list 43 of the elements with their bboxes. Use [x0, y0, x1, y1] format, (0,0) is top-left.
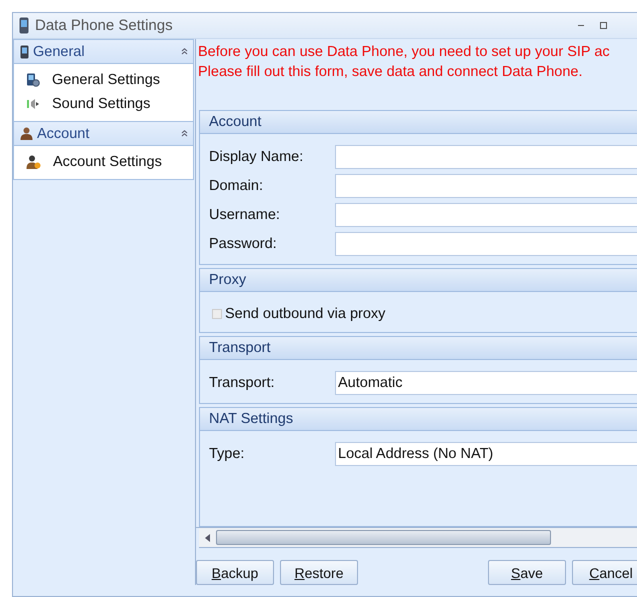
- section-title: NAT Settings: [209, 411, 294, 427]
- input-field[interactable]: [335, 202, 637, 226]
- scroll-thumb[interactable]: [216, 530, 551, 545]
- field-label: Password:: [209, 236, 278, 252]
- phone-icon: [19, 17, 29, 34]
- dialog-button[interactable]: Save: [488, 560, 566, 585]
- speaker-icon: [26, 97, 40, 111]
- dialog-button[interactable]: Restore: [280, 560, 358, 585]
- input-field[interactable]: [335, 144, 637, 168]
- window-title: Data Phone Settings: [35, 17, 173, 34]
- field-label: Domain:: [209, 178, 264, 194]
- sidebar-item[interactable]: Sound Settings: [52, 96, 150, 112]
- field-label: Transport:: [209, 374, 276, 390]
- sidebar-group-title: Account: [37, 126, 90, 142]
- horizontal-scrollbar[interactable]: [199, 528, 637, 548]
- input-field[interactable]: [335, 232, 637, 256]
- input-field[interactable]: Local Address (No NAT): [335, 442, 637, 466]
- notice-text: Before you can use Data Phone, you need to set up your SIP ac: [198, 43, 611, 62]
- section-title: Proxy: [209, 272, 246, 288]
- maximize-icon[interactable]: [600, 22, 607, 29]
- field-label: Display Name:: [209, 148, 304, 164]
- device-gear-icon: [26, 73, 40, 87]
- checkbox-label: Send outbound via proxy: [225, 306, 386, 322]
- sidebar-group-header[interactable]: Account: [14, 121, 193, 146]
- section-title: Transport: [209, 340, 271, 356]
- input-field[interactable]: Automatic: [335, 370, 637, 394]
- phone-icon: [20, 44, 29, 58]
- dialog-button[interactable]: Cancel: [572, 560, 637, 585]
- dialog-button[interactable]: Backup: [196, 560, 274, 585]
- chevron-icon[interactable]: [181, 48, 188, 55]
- scroll-left-icon[interactable]: [205, 534, 211, 542]
- input-field[interactable]: [335, 174, 637, 198]
- person-icon: [26, 155, 41, 169]
- field-label: Type:: [209, 446, 246, 462]
- sidebar-group-header[interactable]: General: [14, 39, 193, 64]
- field-label: Username:: [209, 206, 281, 222]
- sidebar-group-title: General: [33, 44, 85, 60]
- sidebar-item[interactable]: Account Settings: [53, 154, 162, 170]
- chevron-icon[interactable]: [181, 130, 188, 137]
- sidebar-item[interactable]: General Settings: [52, 72, 160, 88]
- person-icon: [20, 127, 33, 140]
- notice-text: Please fill out this form, save data and connect Data Phone.: [198, 63, 584, 82]
- section-title: Account: [209, 114, 262, 130]
